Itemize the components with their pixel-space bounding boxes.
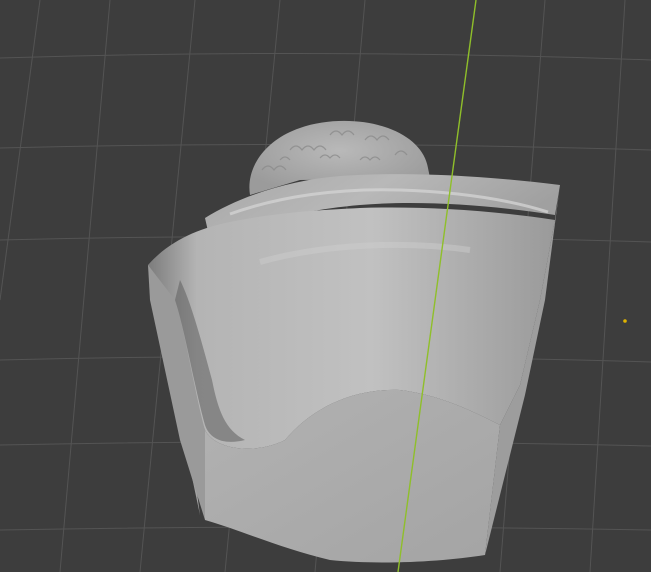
3d-viewport[interactable] xyxy=(0,0,651,572)
object-origin-marker[interactable] xyxy=(623,319,627,323)
sculpted-bust-mesh[interactable] xyxy=(148,120,560,563)
viewport-canvas[interactable] xyxy=(0,0,651,572)
